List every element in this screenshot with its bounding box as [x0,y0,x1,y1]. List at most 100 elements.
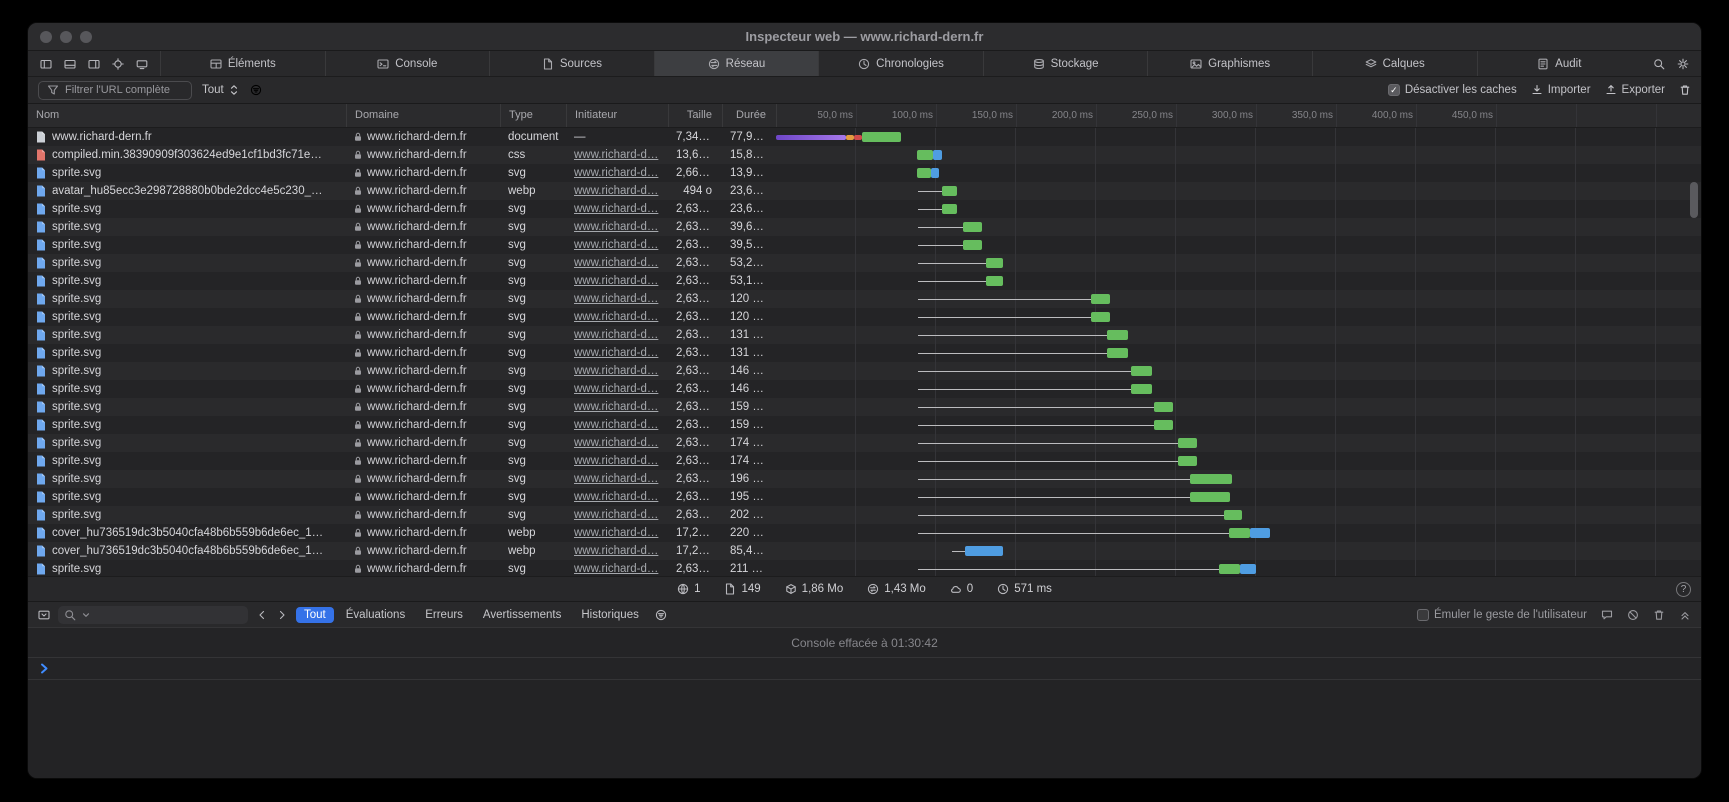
console-filter-icon[interactable] [655,609,667,621]
clear-console-icon[interactable] [1627,609,1639,621]
emulate-gesture-checkbox[interactable] [1417,609,1429,621]
table-row[interactable]: sprite.svgwww.richard-dern.frsvgwww.rich… [28,254,1701,272]
table-row[interactable]: sprite.svgwww.richard-dern.frsvgwww.rich… [28,236,1701,254]
resource-initiator[interactable]: www.richard-d… [574,185,658,197]
resource-initiator[interactable]: www.richard-d… [574,311,658,323]
disable-caches-checkbox[interactable]: ✓ [1388,84,1400,96]
console-search-field[interactable] [58,606,248,624]
table-row[interactable]: avatar_hu85ecc3e298728880b0bde2dcc4e5c23… [28,182,1701,200]
titlebar[interactable]: Inspecteur web — www.richard-dern.fr [28,23,1701,51]
resource-initiator[interactable]: www.richard-d… [574,365,658,377]
url-filter[interactable] [38,81,192,100]
resource-initiator[interactable]: www.richard-d… [574,239,658,251]
zoom-button[interactable] [80,31,92,43]
clear-network-trash-icon[interactable] [1679,84,1691,96]
table-row[interactable]: cover_hu736519dc3b5040cfa48b6b559b6de6ec… [28,542,1701,560]
resource-initiator[interactable]: www.richard-d… [574,455,658,467]
resource-initiator[interactable]: www.richard-d… [574,167,658,179]
dock-right-icon[interactable] [88,58,100,70]
table-row[interactable]: sprite.svgwww.richard-dern.frsvgwww.rich… [28,272,1701,290]
resource-initiator[interactable]: www.richard-d… [574,203,658,215]
resource-initiator[interactable]: www.richard-d… [574,329,658,341]
tab-timelines[interactable]: Chronologies [818,51,983,76]
tab-layers[interactable]: Calques [1312,51,1477,76]
resource-initiator[interactable]: www.richard-d… [574,401,658,413]
disable-caches-toggle[interactable]: ✓ Désactiver les caches [1388,84,1517,96]
console-search-input[interactable] [96,609,242,621]
table-row[interactable]: sprite.svgwww.richard-dern.frsvgwww.rich… [28,380,1701,398]
console-scope-avertissements[interactable]: Avertissements [475,607,569,623]
resource-initiator[interactable]: www.richard-d… [574,509,658,521]
resource-initiator[interactable]: www.richard-d… [574,419,658,431]
resource-initiator[interactable]: www.richard-d… [574,491,658,503]
table-row[interactable]: sprite.svgwww.richard-dern.frsvgwww.rich… [28,470,1701,488]
console-scope-tout[interactable]: Tout [296,607,334,623]
tab-graphics[interactable]: Graphismes [1147,51,1312,76]
table-row[interactable]: sprite.svgwww.richard-dern.frsvgwww.rich… [28,344,1701,362]
tab-elements[interactable]: Éléments [160,51,325,76]
table-row[interactable]: sprite.svgwww.richard-dern.frsvgwww.rich… [28,308,1701,326]
resource-initiator[interactable]: www.richard-d… [574,545,658,557]
table-row[interactable]: sprite.svgwww.richard-dern.frsvgwww.rich… [28,326,1701,344]
tab-network[interactable]: Réseau [654,51,819,76]
tab-storage[interactable]: Stockage [983,51,1148,76]
table-row[interactable]: sprite.svgwww.richard-dern.frsvgwww.rich… [28,560,1701,576]
resource-type-dropdown[interactable]: Tout [202,84,240,96]
table-row[interactable]: cover_hu736519dc3b5040cfa48b6b559b6de6ec… [28,524,1701,542]
resource-initiator[interactable]: www.richard-d… [574,437,658,449]
scrollbar-thumb[interactable] [1690,182,1698,218]
close-button[interactable] [40,31,52,43]
resource-initiator[interactable]: www.richard-d… [574,149,658,161]
table-row[interactable]: www.richard-dern.frwww.richard-dern.frdo… [28,128,1701,146]
tab-audit[interactable]: Audit [1477,51,1642,76]
resource-initiator[interactable]: www.richard-d… [574,473,658,485]
table-row[interactable]: sprite.svgwww.richard-dern.frsvgwww.rich… [28,218,1701,236]
table-row[interactable]: sprite.svgwww.richard-dern.frsvgwww.rich… [28,452,1701,470]
emulate-gesture-toggle[interactable]: Émuler le geste de l'utilisateur [1417,609,1587,621]
table-row[interactable]: sprite.svgwww.richard-dern.frsvgwww.rich… [28,488,1701,506]
table-row[interactable]: sprite.svgwww.richard-dern.frsvgwww.rich… [28,362,1701,380]
resource-initiator[interactable]: www.richard-d… [574,347,658,359]
help-button[interactable]: ? [1676,582,1691,597]
console-trash-icon[interactable] [1653,609,1665,621]
table-row[interactable]: sprite.svgwww.richard-dern.frsvgwww.rich… [28,164,1701,182]
resource-initiator[interactable]: www.richard-d… [574,275,658,287]
inspect-element-icon[interactable] [112,58,124,70]
dock-left-icon[interactable] [40,58,52,70]
expand-console-icon[interactable] [1679,609,1691,621]
table-row[interactable]: sprite.svgwww.richard-dern.frsvgwww.rich… [28,200,1701,218]
column-header-duree[interactable]: Durée [722,104,776,127]
console-scope-évaluations[interactable]: Évaluations [338,607,413,623]
tab-console[interactable]: Console [325,51,490,76]
table-row[interactable]: sprite.svgwww.richard-dern.frsvgwww.rich… [28,434,1701,452]
chevron-left-icon[interactable] [256,609,268,621]
table-row[interactable]: sprite.svgwww.richard-dern.frsvgwww.rich… [28,290,1701,308]
resource-initiator[interactable]: www.richard-d… [574,293,658,305]
export-button[interactable]: Exporter [1605,84,1665,96]
minimize-button[interactable] [60,31,72,43]
resource-initiator[interactable]: www.richard-d… [574,221,658,233]
table-row[interactable]: sprite.svgwww.richard-dern.frsvgwww.rich… [28,398,1701,416]
table-row[interactable]: sprite.svgwww.richard-dern.frsvgwww.rich… [28,416,1701,434]
chevron-right-icon[interactable] [276,609,288,621]
column-header-domaine[interactable]: Domaine [346,104,500,127]
console-prompt[interactable] [28,658,1701,680]
tab-sources[interactable]: Sources [489,51,654,76]
resource-initiator[interactable]: www.richard-d… [574,563,658,575]
console-mode-icon[interactable] [38,609,50,621]
column-header-initiateur[interactable]: Initiateur [566,104,668,127]
resource-initiator[interactable]: www.richard-d… [574,527,658,539]
table-row[interactable]: sprite.svgwww.richard-dern.frsvgwww.rich… [28,506,1701,524]
console-scope-historiques[interactable]: Historiques [573,607,647,623]
column-header-nom[interactable]: Nom [28,104,346,127]
gear-icon[interactable] [1677,58,1689,70]
url-filter-input[interactable] [65,84,183,96]
import-button[interactable]: Importer [1531,84,1591,96]
table-row[interactable]: compiled.min.38390909f303624ed9e1cf1bd3f… [28,146,1701,164]
filter-options-icon[interactable] [250,84,262,96]
device-settings-icon[interactable] [136,58,148,70]
column-header-taille[interactable]: Taille [668,104,722,127]
column-header-type[interactable]: Type [500,104,566,127]
console-scope-erreurs[interactable]: Erreurs [417,607,471,623]
search-icon[interactable] [1653,58,1665,70]
